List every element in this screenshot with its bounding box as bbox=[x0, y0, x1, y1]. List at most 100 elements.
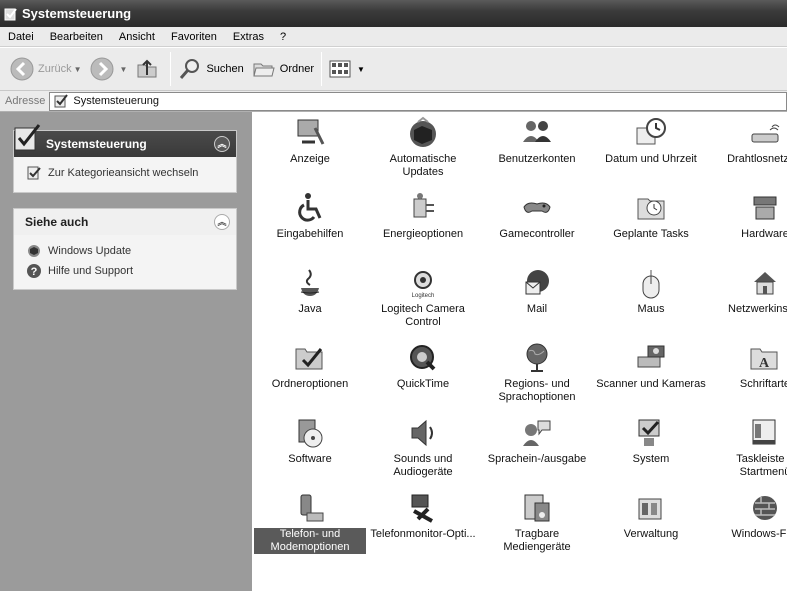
item-taskbar-start-menu[interactable]: Taskleiste u Startmenü bbox=[709, 416, 787, 479]
control-panel-items: Anzeige Automatische Updates Benutzerkon… bbox=[252, 112, 787, 591]
software-icon bbox=[298, 419, 323, 448]
folder-icon bbox=[253, 63, 275, 77]
switch-category-view-link[interactable]: Zur Kategorieansicht wechseln bbox=[14, 157, 236, 185]
item-power-options[interactable]: Energieoptionen bbox=[367, 191, 479, 241]
control-panel-icon bbox=[4, 7, 17, 20]
item-windows-firewall[interactable]: Windows-Fire bbox=[709, 491, 787, 541]
taskbar-icon bbox=[752, 419, 776, 445]
gamepad-icon bbox=[523, 202, 551, 213]
item-phone-modem[interactable]: Telefon- und Modemoptionen bbox=[254, 491, 366, 554]
item-administrative-tools[interactable]: Verwaltung bbox=[595, 491, 707, 541]
item-hardware[interactable]: Hardware bbox=[709, 191, 787, 241]
automatic-updates-icon bbox=[410, 116, 436, 147]
item-automatic-updates[interactable]: Automatische Updates bbox=[367, 116, 479, 179]
menu-favoriten[interactable]: Favoriten bbox=[163, 31, 225, 43]
clock-calendar-icon bbox=[636, 118, 666, 145]
item-scheduled-tasks[interactable]: Geplante Tasks bbox=[595, 191, 707, 241]
chevron-down-icon[interactable]: ▼ bbox=[120, 65, 128, 74]
collapse-icon[interactable]: ︽ bbox=[214, 214, 230, 230]
quicktime-icon bbox=[410, 345, 436, 371]
item-wireless-network[interactable]: Drahtlosnetzwe bbox=[709, 116, 787, 166]
item-speech[interactable]: Sprachein-/ausgabe bbox=[481, 416, 593, 466]
panel-title: Systemsteuerung bbox=[46, 137, 147, 151]
folders-label: Ordner bbox=[279, 63, 315, 75]
help-support-label: Hilfe und Support bbox=[48, 265, 133, 277]
item-portable-media[interactable]: Tragbare Mediengeräte bbox=[481, 491, 593, 554]
back-button[interactable]: Zurück ▼ bbox=[6, 52, 86, 86]
task-pane: Systemsteuerung ︽ Zur Kategorieansicht w… bbox=[0, 112, 252, 591]
chevron-down-icon[interactable]: ▼ bbox=[357, 65, 365, 74]
item-software[interactable]: Software bbox=[254, 416, 366, 466]
item-java[interactable]: Java bbox=[254, 266, 366, 316]
item-sounds-audio[interactable]: Sounds und Audiogeräte bbox=[367, 416, 479, 479]
back-arrow-icon bbox=[10, 57, 34, 81]
item-quicktime[interactable]: QuickTime bbox=[367, 341, 479, 391]
menu-help[interactable]: ? bbox=[272, 31, 294, 43]
power-options-icon bbox=[413, 193, 434, 218]
views-button[interactable]: ▼ bbox=[325, 52, 369, 86]
menu-ansicht[interactable]: Ansicht bbox=[111, 31, 163, 43]
menu-datei[interactable]: Datei bbox=[0, 31, 42, 43]
collapse-icon[interactable]: ︽ bbox=[214, 136, 230, 152]
windows-update-icon bbox=[28, 245, 40, 257]
system-icon bbox=[638, 419, 660, 446]
back-label: Zurück bbox=[38, 63, 72, 75]
forward-arrow-icon bbox=[90, 57, 114, 81]
svg-text:Logitech: Logitech bbox=[412, 293, 435, 299]
folder-up-icon bbox=[137, 59, 157, 78]
menu-bearbeiten[interactable]: Bearbeiten bbox=[42, 31, 111, 43]
menu-extras[interactable]: Extras bbox=[225, 31, 272, 43]
menu-bar: Datei Bearbeiten Ansicht Favoriten Extra… bbox=[0, 27, 787, 47]
item-accessibility[interactable]: Eingabehilfen bbox=[254, 191, 366, 241]
speech-icon bbox=[523, 420, 551, 446]
item-system[interactable]: System bbox=[595, 416, 707, 466]
item-telephone-monitor[interactable]: Telefonmonitor-Opti... bbox=[367, 491, 479, 541]
panel-header[interactable]: Systemsteuerung ︽ bbox=[14, 124, 236, 157]
item-logitech-camera[interactable]: Logitech Logitech Camera Control bbox=[367, 266, 479, 329]
window-title: Systemsteuerung bbox=[22, 6, 132, 21]
item-folder-options[interactable]: Ordneroptionen bbox=[254, 341, 366, 391]
folder-options-icon bbox=[295, 348, 323, 370]
item-fonts[interactable]: A Schriftarte bbox=[709, 341, 787, 391]
chevron-down-icon[interactable]: ▼ bbox=[74, 65, 82, 74]
up-button[interactable] bbox=[131, 52, 167, 86]
telephone-monitor-icon bbox=[411, 494, 433, 523]
panel-title: Siehe auch bbox=[25, 215, 89, 229]
switch-category-view-label: Zur Kategorieansicht wechseln bbox=[48, 167, 199, 179]
network-setup-icon bbox=[754, 272, 776, 295]
fonts-folder-icon: A bbox=[750, 348, 778, 371]
address-label: Adresse bbox=[5, 95, 46, 107]
svg-text:A: A bbox=[759, 356, 770, 371]
item-mouse[interactable]: Maus bbox=[595, 266, 707, 316]
item-regional-language[interactable]: Regions- und Sprachoptionen bbox=[481, 341, 593, 404]
address-value: Systemsteuerung bbox=[73, 95, 159, 107]
item-display[interactable]: Anzeige bbox=[254, 116, 366, 166]
folders-button[interactable]: Ordner bbox=[248, 52, 318, 86]
help-support-link[interactable]: ? Hilfe und Support bbox=[14, 263, 236, 283]
scheduled-tasks-icon bbox=[637, 198, 665, 220]
administrative-tools-icon bbox=[638, 498, 662, 520]
forward-button[interactable]: ▼ bbox=[86, 52, 132, 86]
item-network-setup[interactable]: Netzwerkinstall bbox=[709, 266, 787, 316]
java-icon bbox=[300, 269, 320, 296]
logitech-camera-icon: Logitech bbox=[412, 271, 435, 299]
globe-icon bbox=[526, 343, 548, 372]
item-date-time[interactable]: Datum und Uhrzeit bbox=[595, 116, 707, 166]
address-input[interactable]: Systemsteuerung bbox=[49, 91, 787, 111]
search-button[interactable]: Suchen bbox=[174, 52, 247, 86]
item-scanners-cameras[interactable]: Scanner und Kameras bbox=[595, 341, 707, 391]
panel-header[interactable]: Siehe auch ︽ bbox=[14, 209, 236, 235]
item-user-accounts[interactable]: Benutzerkonten bbox=[481, 116, 593, 166]
hardware-icon bbox=[753, 196, 777, 220]
item-game-controllers[interactable]: Gamecontroller bbox=[481, 191, 593, 241]
windows-update-link[interactable]: Windows Update bbox=[14, 235, 236, 263]
item-mail[interactable]: Mail bbox=[481, 266, 593, 316]
search-label: Suchen bbox=[206, 63, 244, 75]
title-bar[interactable]: Systemsteuerung bbox=[0, 0, 787, 27]
toolbar: Zurück ▼ ▼ Suchen Ordner ▼ bbox=[0, 48, 787, 91]
scanner-camera-icon bbox=[637, 345, 665, 368]
panel-see-also: Siehe auch ︽ Windows Update ? Hilfe und … bbox=[13, 208, 237, 290]
panel-control-panel: Systemsteuerung ︽ Zur Kategorieansicht w… bbox=[13, 124, 237, 193]
mouse-icon bbox=[642, 270, 660, 299]
toolbar-separator bbox=[321, 52, 323, 86]
